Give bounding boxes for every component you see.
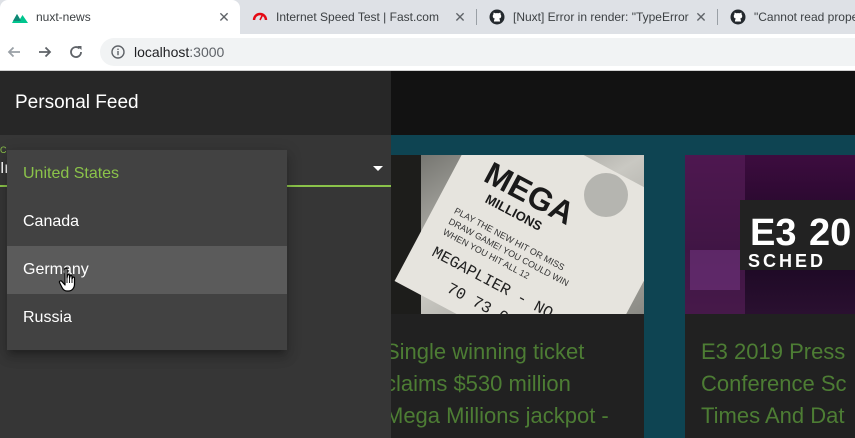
reload-icon	[70, 46, 82, 58]
github-icon	[730, 9, 746, 25]
browser-toolbar: localhost:3000	[0, 34, 855, 71]
tab-github-error[interactable]: [Nuxt] Error in render: "TypeError ✕	[477, 0, 717, 34]
hand-pointer-cursor-icon	[58, 267, 76, 292]
headline-line: Single winning ticket	[391, 339, 585, 364]
drawer-title: Personal Feed	[15, 92, 139, 113]
navigation-drawer: Personal Feed C Ir United States Canada …	[0, 71, 391, 438]
drawer-header: Personal Feed	[0, 71, 391, 135]
menu-item-united-states[interactable]: United States	[7, 150, 287, 198]
headline-line: Mega Millions jackpot -	[391, 403, 609, 428]
nuxt-icon	[12, 9, 28, 25]
menu-item-canada[interactable]: Canada	[7, 198, 287, 246]
close-icon[interactable]: ✕	[693, 9, 709, 25]
info-icon[interactable]	[110, 44, 126, 60]
dropdown-arrow-icon[interactable]	[373, 166, 383, 171]
url-host: localhost	[134, 44, 190, 60]
e3-2019-schedule-photo: E3 20 SCHED	[685, 155, 855, 314]
reload-button[interactable]	[64, 40, 88, 64]
tab-title: nuxt-news	[36, 10, 91, 24]
news-card[interactable]: E3 20 SCHED E3 2019 Press Conference Sc …	[685, 155, 855, 438]
svg-text:E3: E3	[750, 212, 796, 254]
select-label: C	[0, 145, 7, 155]
github-icon	[489, 9, 505, 25]
tab-strip: nuxt-news ✕ Internet Speed Test | Fast.c…	[0, 0, 855, 34]
close-icon[interactable]: ✕	[452, 9, 468, 25]
tab-fast[interactable]: Internet Speed Test | Fast.com ✕	[240, 0, 476, 34]
menu-item-russia[interactable]: Russia	[7, 294, 287, 342]
mega-millions-lottery-ticket-photo: MEGA MILLIONS PLAY THE NEW HIT OR MISS D…	[391, 155, 644, 314]
headline-line: Times And Dat	[701, 403, 845, 428]
tab-title: [Nuxt] Error in render: "TypeError	[513, 10, 689, 24]
address-bar[interactable]: localhost:3000	[100, 38, 855, 66]
headline-line: claims $530 million	[391, 371, 571, 396]
country-menu: United States Canada Germany Russia	[7, 150, 287, 350]
card-headline[interactable]: Single winning ticket claims $530 millio…	[391, 336, 644, 432]
tab-title: "Cannot read prope	[754, 10, 855, 24]
tab-nuxt-news[interactable]: nuxt-news ✕	[0, 0, 240, 34]
svg-text:20: 20	[809, 212, 851, 254]
close-icon[interactable]: ✕	[216, 9, 232, 25]
headline-line: E3 2019 Press	[701, 339, 846, 364]
news-card[interactable]: MEGA MILLIONS PLAY THE NEW HIT OR MISS D…	[391, 155, 644, 438]
fast-speedometer-icon	[252, 9, 268, 25]
forward-button[interactable]	[33, 40, 57, 64]
tab-github-cannot-read[interactable]: "Cannot read prope	[718, 0, 855, 34]
svg-text:SCHED: SCHED	[748, 251, 826, 271]
forward-arrow-icon	[39, 46, 52, 58]
tab-title: Internet Speed Test | Fast.com	[276, 10, 439, 24]
page-content: MEGA MILLIONS PLAY THE NEW HIT OR MISS D…	[0, 71, 855, 438]
back-arrow-icon	[7, 46, 20, 58]
card-headline[interactable]: E3 2019 Press Conference Sc Times And Da…	[701, 336, 847, 432]
back-button[interactable]	[2, 40, 26, 64]
headline-line: Conference Sc	[701, 371, 847, 396]
url-text: localhost:3000	[134, 44, 224, 60]
url-port: :3000	[189, 44, 225, 60]
menu-item-germany[interactable]: Germany	[7, 246, 287, 294]
